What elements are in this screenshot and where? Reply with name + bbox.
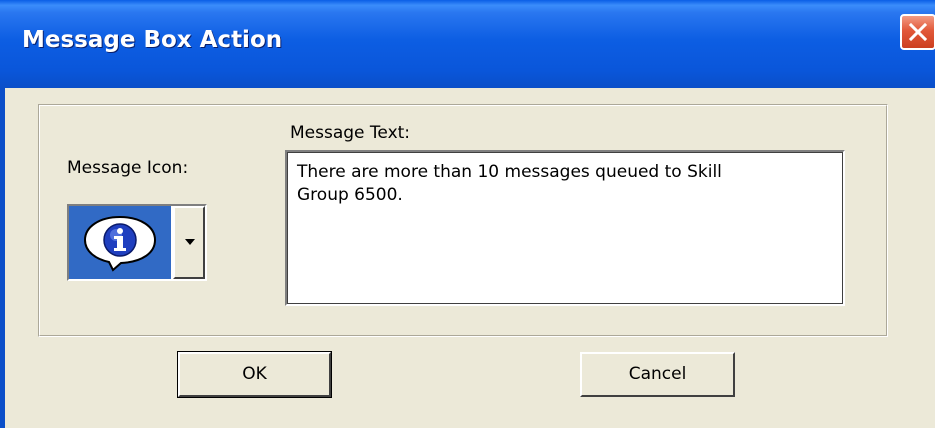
message-box-action-dialog: Message Box Action Message Icon: Message…: [0, 0, 935, 428]
window-left-border: [0, 88, 5, 428]
title-bar[interactable]: Message Box Action: [0, 0, 935, 88]
cancel-button[interactable]: Cancel: [580, 352, 735, 397]
message-icon-selected[interactable]: [69, 206, 171, 279]
dropdown-button[interactable]: [173, 206, 205, 279]
window-title: Message Box Action: [22, 27, 283, 53]
chevron-down-icon: [185, 239, 195, 245]
ok-button-label: OK: [242, 364, 267, 384]
cancel-button-label: Cancel: [628, 364, 687, 384]
close-icon: [908, 22, 928, 42]
ok-button[interactable]: OK: [177, 351, 332, 398]
close-button[interactable]: [900, 14, 935, 50]
message-icon-dropdown[interactable]: [67, 204, 207, 281]
info-icon: [83, 215, 157, 272]
message-text-field[interactable]: There are more than 10 messages queued t…: [285, 150, 845, 306]
message-text-value: There are more than 10 messages queued t…: [297, 162, 722, 205]
message-icon-label: Message Icon:: [67, 158, 189, 178]
message-text-label: Message Text:: [290, 123, 411, 143]
